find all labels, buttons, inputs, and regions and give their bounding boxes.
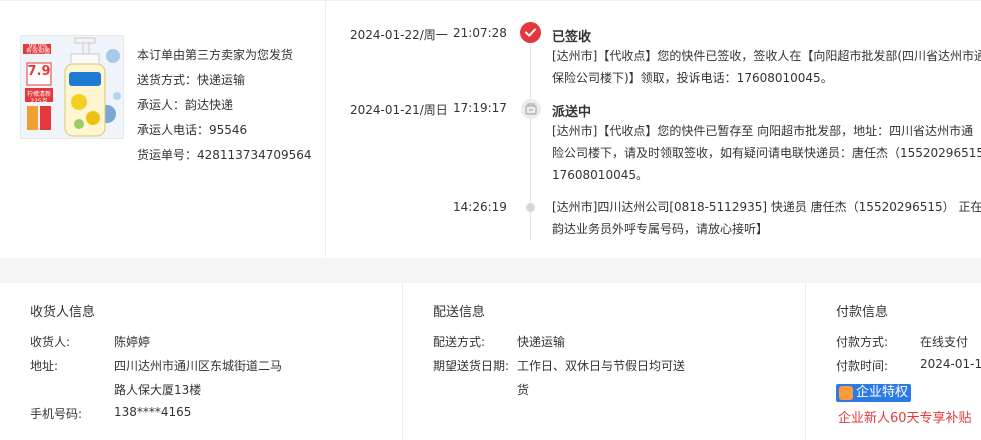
event-detail-line: 险公司楼下，请及时领取签收，如有疑问请电联快递员：唐任杰（15520296515…	[552, 146, 981, 160]
payment-time-label: 付款时间:	[836, 359, 889, 373]
receiver-address-line: 路人保大厦13楼	[114, 383, 202, 397]
payment-method: 在线支付	[920, 335, 969, 349]
shipping-method: 送货方式：快递运输	[137, 73, 246, 87]
enterprise-badge[interactable]: 企业特权	[836, 384, 912, 402]
delivery-method-label: 配送方式:	[433, 335, 486, 349]
event-date: 2024-01-21/周日	[350, 103, 448, 117]
event-detail-line: [达州市]四川达州公司[0818-5112935] 快递员 唐任杰（155202…	[552, 200, 981, 214]
event-time: 14:26:19	[453, 200, 507, 214]
delivery-info: 配送信息 配送方式: 快递运输 期望送货日期: 工作日、双休日与节假日均可送 货	[404, 283, 806, 440]
carrier-name: 承运人：韵达快递	[137, 98, 234, 112]
event-detail: [达州市]【代收点】您的快件已暂存至 向阳超市批发部，地址：四川省达州市通 险公…	[552, 120, 981, 186]
delivery-title: 配送信息	[433, 305, 486, 320]
check-icon	[520, 22, 541, 43]
event-detail: [达州市]四川达州公司[0818-5112935] 快递员 唐任杰（155202…	[552, 196, 981, 240]
event-date: 2024-01-22/周一	[350, 28, 448, 42]
receiver-title: 收货人信息	[30, 305, 96, 320]
receiver-address-label: 地址:	[30, 359, 59, 373]
delivery-icon	[521, 99, 541, 119]
seller-note: 本订单由第三方卖家为您发货	[137, 48, 294, 62]
section-divider	[0, 258, 981, 283]
order-details: 收货人信息 收货人: 陈婷婷 地址: 四川达州市通川区东城街道二马 路人保大厦1…	[0, 283, 981, 440]
product-badge-top: 99.9% 有效抑菌	[25, 43, 50, 55]
event-detail-line: [达州市]【代收点】您的快件已签收，签收人在【向阳超市批发部(四川省达州市通	[552, 49, 981, 63]
event-detail-line: [达州市]【代收点】您的快件已暂存至 向阳超市批发部，地址：四川省达州市通	[552, 124, 974, 138]
event-status: 派送中	[552, 105, 592, 120]
receiver-address-line: 四川达州市通川区东城街道二马	[114, 359, 283, 373]
payment-title: 付款信息	[836, 305, 889, 320]
dot-icon	[526, 203, 535, 212]
event-detail-line: 韵达业务员外呼专属号码，请放心接听】	[552, 222, 769, 236]
payment-time: 2024-01-19	[920, 357, 981, 371]
order-tracking-panel: 99.9% 有效抑菌 7.9 柠檬清新 225克 本订单由第三方卖家为您发货 送…	[0, 0, 981, 259]
delivery-date-label: 期望送货日期:	[433, 359, 510, 373]
product-price: 7.9	[27, 64, 51, 79]
receiver-info: 收货人信息 收货人: 陈婷婷 地址: 四川达州市通川区东城街道二马 路人保大厦1…	[0, 283, 403, 440]
event-status: 已签收	[552, 30, 592, 45]
delivery-date-line: 货	[517, 383, 530, 397]
receiver-phone-label: 手机号码:	[30, 407, 83, 421]
event-time: 21:07:28	[453, 26, 507, 40]
product-promo-line2: 225克	[30, 98, 48, 105]
receiver-name-label: 收货人:	[30, 335, 71, 349]
receiver-name: 陈婷婷	[114, 335, 151, 349]
enterprise-badge-label: 企业特权	[856, 385, 909, 400]
tracking-timeline: 2024-01-22/周一 21:07:28 已签收 [达州市]【代收点】您的快…	[326, 1, 981, 259]
carrier-phone: 承运人电话：95546	[137, 123, 248, 137]
enterprise-icon	[839, 386, 853, 400]
event-detail-line: 保险公司楼下)】领取，投诉电话：17608010045。	[552, 71, 833, 85]
event-time: 17:19:17	[453, 101, 507, 115]
shipping-summary: 本订单由第三方卖家为您发货 送货方式：快递运输 承运人：韵达快递 承运人电话：9…	[137, 45, 312, 170]
product-image[interactable]: 99.9% 有效抑菌 7.9 柠檬清新 225克	[20, 35, 124, 139]
promo-link[interactable]: 企业新人60天专享补贴	[838, 407, 972, 426]
receiver-phone: 138****4165	[114, 405, 192, 419]
event-detail-line: 17608010045。	[552, 168, 648, 182]
event-detail: [达州市]【代收点】您的快件已签收，签收人在【向阳超市批发部(四川省达州市通 保…	[552, 45, 981, 89]
payment-method-label: 付款方式:	[836, 335, 889, 349]
delivery-date-line: 工作日、双休日与节假日均可送	[517, 359, 686, 373]
delivery-method: 快递运输	[517, 335, 566, 349]
order-info: 99.9% 有效抑菌 7.9 柠檬清新 225克 本订单由第三方卖家为您发货 送…	[0, 1, 326, 259]
tracking-number[interactable]: 货运单号：428113734709564	[137, 145, 312, 170]
